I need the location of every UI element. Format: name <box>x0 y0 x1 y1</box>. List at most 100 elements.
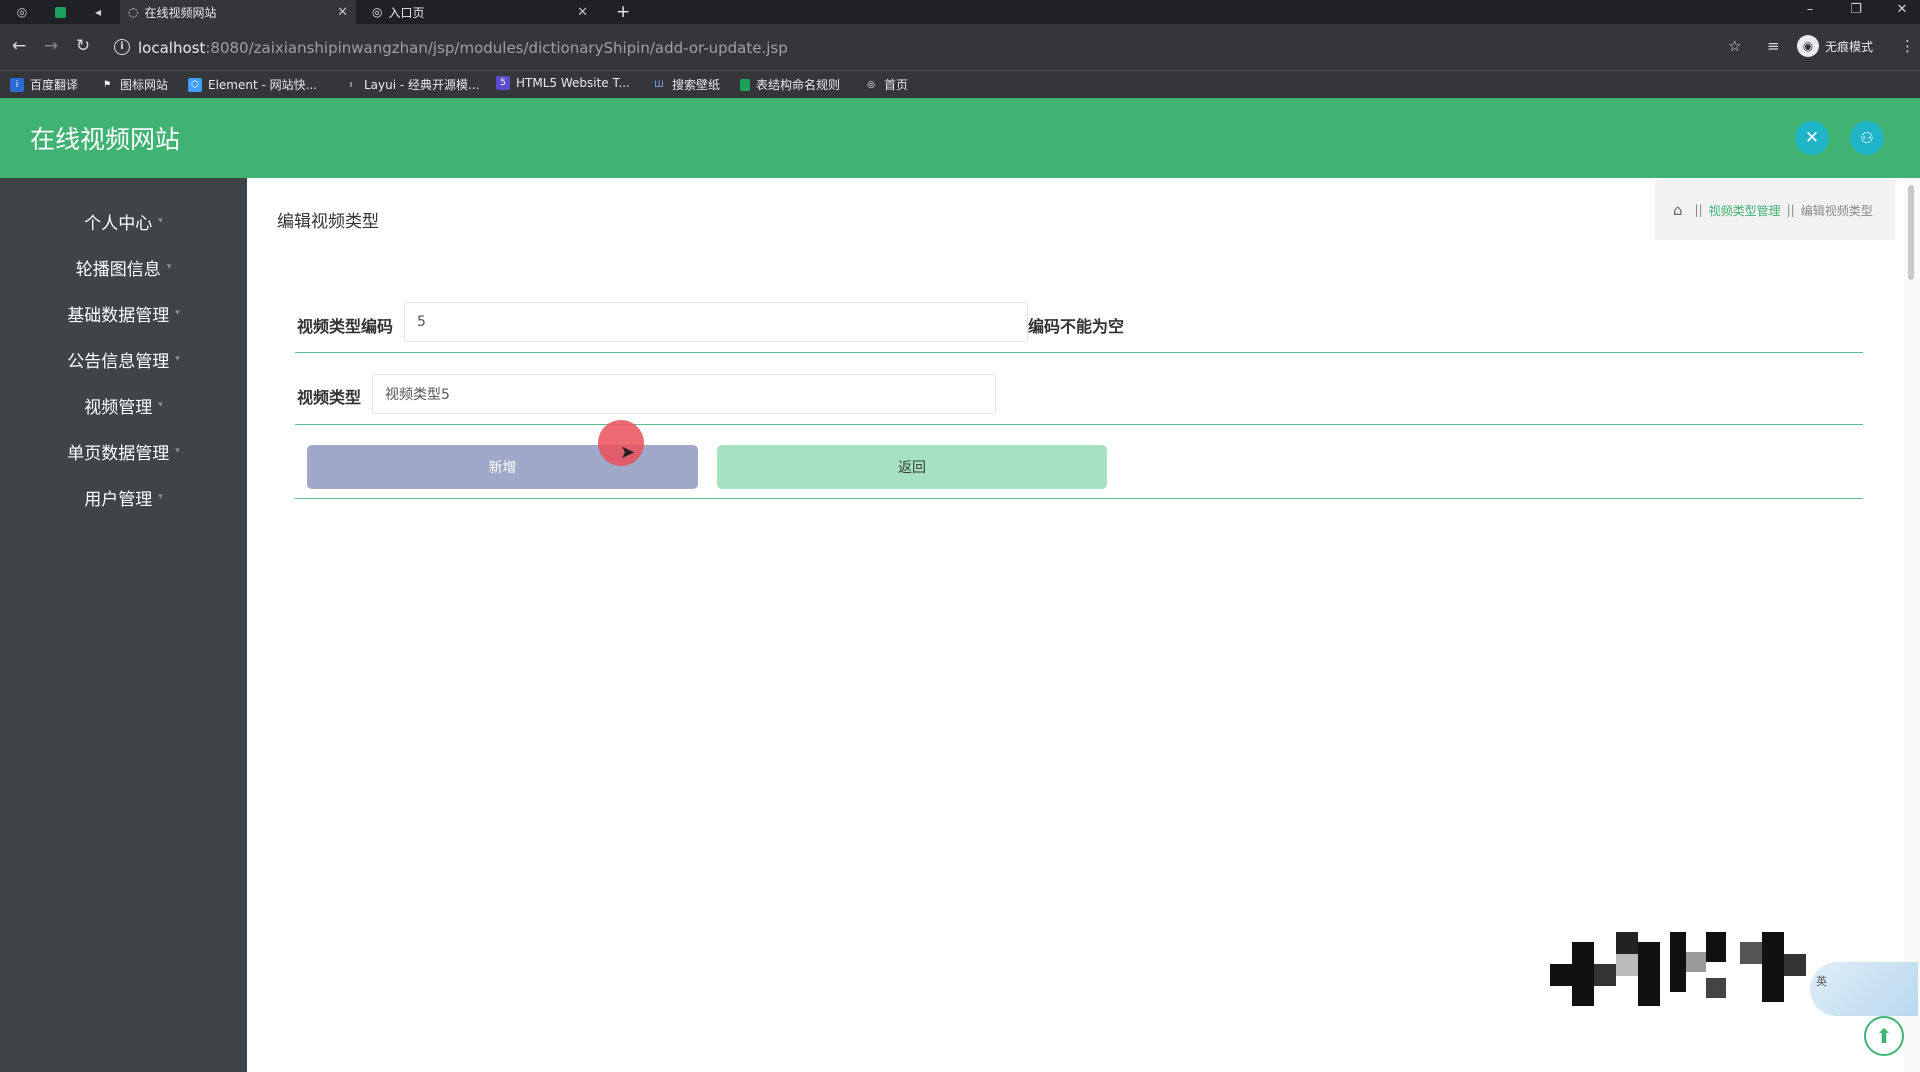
breadcrumb-parent-link[interactable]: 视频类型管理 <box>1709 202 1781 219</box>
bookmark-item[interactable]: ⚑ 图标网站 <box>100 76 168 93</box>
close-window-icon[interactable]: ✕ <box>1890 2 1914 17</box>
bookmark-label: 搜索壁纸 <box>672 78 721 92</box>
site-info-icon[interactable]: i <box>114 39 130 55</box>
bookmark-label: 首页 <box>884 78 909 92</box>
sidebar-item-label: 用户管理 <box>84 489 153 510</box>
close-tab-icon[interactable]: ✕ <box>337 5 348 20</box>
breadcrumb-separator: || <box>1694 203 1703 217</box>
close-tab-icon[interactable]: ✕ <box>577 5 588 20</box>
widget-label: 英 <box>1816 975 1827 988</box>
tab-title: 在线视频网站 <box>144 5 217 20</box>
url-host: localhost <box>138 39 206 57</box>
sidebar-item-users[interactable]: 用户管理 ▾ <box>0 474 247 520</box>
restore-icon[interactable]: ❐ <box>1844 2 1868 17</box>
forward-arrow-icon[interactable]: → <box>40 36 62 56</box>
bookmark-item[interactable]: i 百度翻译 <box>10 76 78 93</box>
minimize-icon[interactable]: – <box>1798 2 1822 17</box>
home-icon[interactable]: ⌂ <box>1673 201 1683 219</box>
chevron-down-icon: ▾ <box>158 400 163 410</box>
bookmark-label: 图标网站 <box>120 78 169 92</box>
bookmark-label: Layui - 经典开源模... <box>364 78 480 92</box>
incognito-icon: ◉ <box>1797 35 1819 57</box>
sidebar-item-carousel[interactable]: 轮播图信息 ▾ <box>0 244 247 290</box>
breadcrumb: ⌂ || 视频类型管理 || 编辑视频类型 <box>1655 180 1895 240</box>
url-field[interactable]: localhost:8080/zaixianshipinwangzhan/jsp… <box>138 34 1758 62</box>
flag-icon: ⚑ <box>102 79 112 90</box>
bookmark-item[interactable]: ⬡ Element - 网站快... <box>188 76 317 93</box>
back-arrow-icon[interactable]: ← <box>8 36 30 56</box>
sidebar-item-personal-center[interactable]: 个人中心 ▾ <box>0 198 247 244</box>
reload-icon[interactable]: ↻ <box>72 36 94 56</box>
bookmark-label: 表结构命名规则 <box>756 78 841 92</box>
globe-icon: ◎ <box>372 5 383 19</box>
globe-icon[interactable]: ◎ <box>12 2 32 22</box>
bookmark-item[interactable]: 5 HTML5 Website T... <box>496 76 630 90</box>
sidebar-item-label: 单页数据管理 <box>67 443 170 464</box>
sidebar-item-videos[interactable]: 视频管理 ▾ <box>0 382 247 428</box>
scrollbar-track[interactable] <box>1904 178 1920 1072</box>
new-tab-button[interactable]: + <box>608 0 638 24</box>
pinned-tab-icon[interactable] <box>50 2 70 22</box>
browser-tab-bar: ◎ ◂ ◌ 在线视频网站 ✕ ◎ 入口页 ✕ + – ❐ ✕ <box>0 0 1920 24</box>
floating-widget[interactable] <box>1810 962 1918 1016</box>
mute-icon[interactable]: ◂ <box>88 2 108 22</box>
layui-icon: ı <box>349 79 353 90</box>
chevron-down-icon: ▾ <box>166 262 172 272</box>
element-logo-icon: ⬡ <box>188 77 202 92</box>
bookmark-label: Element - 网站快... <box>208 78 318 92</box>
profile-label: 无痕模式 <box>1825 39 1874 54</box>
sidebar-item-label: 个人中心 <box>84 213 153 234</box>
site-title: 在线视频网站 <box>30 125 181 154</box>
scrollbar-thumb[interactable] <box>1908 185 1914 280</box>
bookmark-icon: i <box>10 77 24 92</box>
chevron-down-icon: ▾ <box>175 308 180 318</box>
sidebar-item-label: 轮播图信息 <box>75 259 161 280</box>
bookmark-label: HTML5 Website T... <box>516 76 630 90</box>
sidebar-menu: 个人中心 ▾ 轮播图信息 ▾ 基础数据管理 ▾ 公告信息管理 ▾ 视频管理 ▾ 单页数据管… <box>0 178 247 1072</box>
user-icon[interactable]: ⚇ <box>1850 121 1884 155</box>
star-icon[interactable]: ☆ <box>1728 37 1741 55</box>
sidebar-item-notices[interactable]: 公告信息管理 ▾ <box>0 336 247 382</box>
tab-entry-page[interactable]: ◎ 入口页 ✕ <box>364 0 596 24</box>
chevron-down-icon: ▾ <box>175 354 180 364</box>
bookmark-item[interactable]: Ш 搜索壁纸 <box>652 76 720 93</box>
chevron-down-icon: ▾ <box>158 492 163 502</box>
bookmark-item[interactable]: 表结构命名规则 <box>740 76 840 93</box>
pixelated-watermark <box>1550 932 1820 1006</box>
breadcrumb-current: 编辑视频类型 <box>1800 203 1873 218</box>
chevron-down-icon: ▾ <box>175 446 180 456</box>
html5-icon: 5 <box>496 76 510 90</box>
fullscreen-icon[interactable]: ✕ <box>1795 121 1829 155</box>
wallpaper-icon: Ш <box>654 79 664 90</box>
mouse-cursor-icon: ➤ <box>620 442 636 463</box>
breadcrumb-separator: || <box>1786 203 1795 217</box>
back-button[interactable]: 返回 <box>717 445 1107 489</box>
incognito-profile[interactable]: ◉ 无痕模式 <box>1797 35 1873 57</box>
reading-list-icon[interactable]: ≡ <box>1767 37 1780 55</box>
sidebar-item-label: 视频管理 <box>84 397 153 418</box>
tab-favicon-icon: ◌ <box>128 5 139 19</box>
bookmarks-bar: i 百度翻译 ⚑ 图标网站 ⬡ Element - 网站快... ı Layui - 经… <box>0 70 1920 98</box>
chevron-down-icon: ▾ <box>158 216 163 226</box>
tab-video-site[interactable]: ◌ 在线视频网站 ✕ <box>120 0 356 24</box>
type-label: 视频类型 <box>297 388 362 407</box>
code-required-hint: 编码不能为空 <box>1028 317 1125 336</box>
code-label: 视频类型编码 <box>297 317 394 336</box>
bookmark-item[interactable]: ı Layui - 经典开源模... <box>344 76 480 93</box>
address-bar: ← → ↻ i localhost:8080/zaixianshipinwang… <box>0 24 1920 70</box>
sidebar-item-basic-data[interactable]: 基础数据管理 ▾ <box>0 290 247 336</box>
bookmark-item[interactable]: ◎ 首页 <box>864 76 908 93</box>
type-input[interactable] <box>372 374 996 414</box>
sidebar-item-label: 基础数据管理 <box>67 305 170 326</box>
sidebar-item-single-page[interactable]: 单页数据管理 ▾ <box>0 428 247 474</box>
code-input[interactable] <box>404 302 1028 342</box>
tab-title: 入口页 <box>388 5 425 20</box>
sheet-icon <box>740 78 750 91</box>
sidebar-item-label: 公告信息管理 <box>67 351 170 372</box>
app-header: 在线视频网站 ✕ ⚇ <box>0 98 1920 178</box>
url-path: :8080/zaixianshipinwangzhan/jsp/modules/… <box>205 39 788 57</box>
globe-icon: ◎ <box>867 79 875 90</box>
bookmark-label: 百度翻译 <box>30 78 79 92</box>
back-to-top-icon[interactable]: ⬆ <box>1864 1016 1904 1056</box>
menu-dots-icon[interactable]: ⋮ <box>1900 37 1915 55</box>
